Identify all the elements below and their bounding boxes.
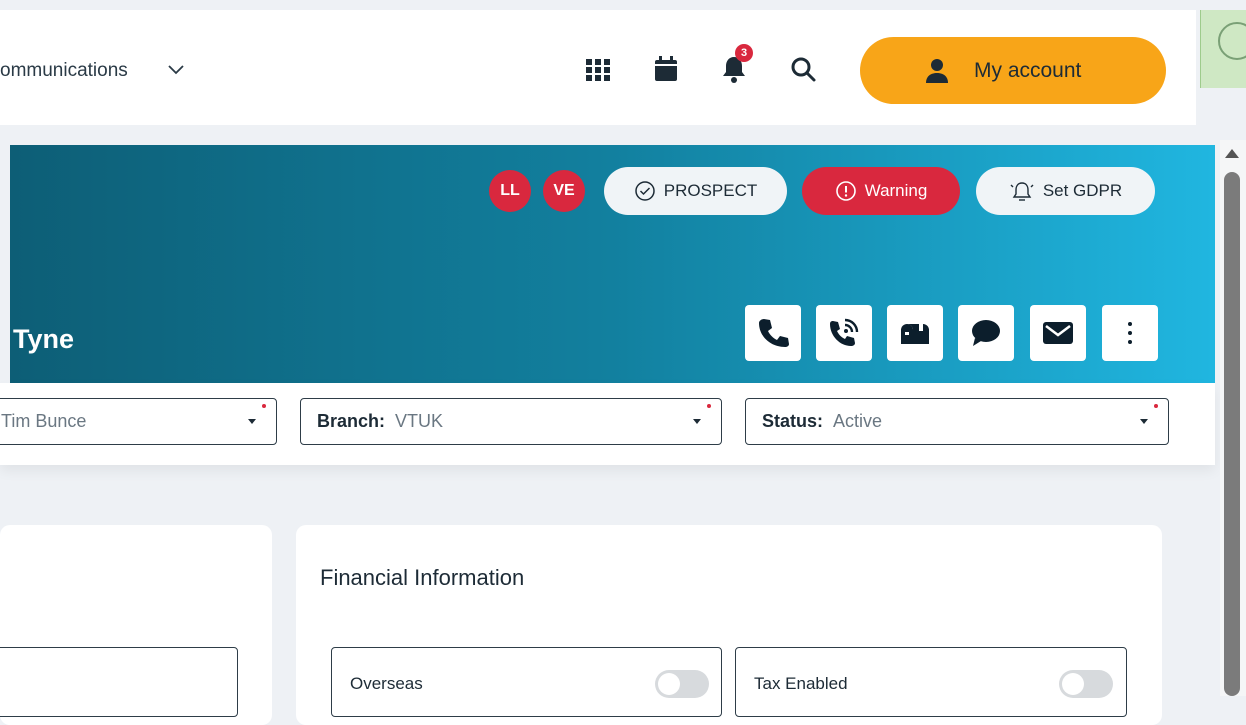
my-account-button[interactable]: My account [860,37,1166,104]
mailbox-icon [901,321,929,344]
scroll-up-arrow-icon[interactable] [1225,149,1239,158]
avatar-ll[interactable]: LL [489,170,531,212]
caret-down-icon [1140,419,1148,424]
owner-value: Tim Bunce [1,411,87,431]
chevron-down-icon[interactable] [166,62,186,78]
set-gdpr-button[interactable]: Set GDPR [976,167,1155,215]
required-indicator [1154,404,1158,408]
mailbox-button[interactable] [887,305,943,361]
tax-enabled-toggle[interactable] [1059,670,1113,698]
call-button[interactable] [745,305,801,361]
set-gdpr-label: Set GDPR [1042,181,1123,200]
tax-enabled-label: Tax Enabled [754,674,848,693]
user-icon [926,58,948,83]
status-value: Active [833,411,883,431]
branch-label: Branch: [317,411,386,431]
more-options-button[interactable] [1102,305,1158,361]
apps-grid-icon[interactable] [583,53,613,85]
nav-menu-communications[interactable]: ommunications [0,60,128,82]
search-icon[interactable] [788,53,818,85]
scrollbar-thumb[interactable] [1224,172,1240,696]
toggle-knob [1062,673,1084,695]
envelope-icon [1043,322,1073,344]
caret-down-icon [693,419,701,424]
warning-label: Warning [864,181,928,200]
financial-information-title: Financial Information [320,565,525,590]
email-button[interactable] [1030,305,1086,361]
owner-select[interactable]: Tim Bunce [0,398,277,445]
chat-bubble-icon [972,320,1000,346]
left-card-field[interactable] [0,647,238,717]
status-label: Status: [762,411,824,431]
caret-down-icon [248,419,256,424]
phone-wifi-icon [830,318,859,346]
overseas-label: Overseas [350,674,423,693]
calendar-icon[interactable] [651,53,681,85]
check-circle-icon [634,181,655,201]
avatar-ve[interactable]: VE [543,170,585,212]
branch-value: VTUK [395,411,444,431]
required-indicator [262,404,266,408]
my-account-label: My account [974,58,1082,82]
tax-enabled-toggle-field: Tax Enabled [735,647,1127,717]
wifi-call-button[interactable] [816,305,872,361]
bell-ringing-icon [1010,182,1034,201]
toggle-knob [658,673,680,695]
branch-select[interactable]: Branch: VTUK [300,398,722,445]
warning-tag[interactable]: Warning [802,167,960,215]
overseas-toggle[interactable] [655,670,709,698]
alert-circle-icon [835,181,856,201]
contact-name: Tyne [13,324,75,354]
notification-badge: 3 [735,44,753,62]
prospect-label: PROSPECT [663,181,758,200]
status-select[interactable]: Status: Active [745,398,1169,445]
prospect-tag[interactable]: PROSPECT [604,167,787,215]
more-vertical-icon [1128,322,1132,344]
phone-icon [759,319,789,347]
chat-button[interactable] [958,305,1014,361]
required-indicator [707,404,711,408]
overseas-toggle-field: Overseas [331,647,722,717]
